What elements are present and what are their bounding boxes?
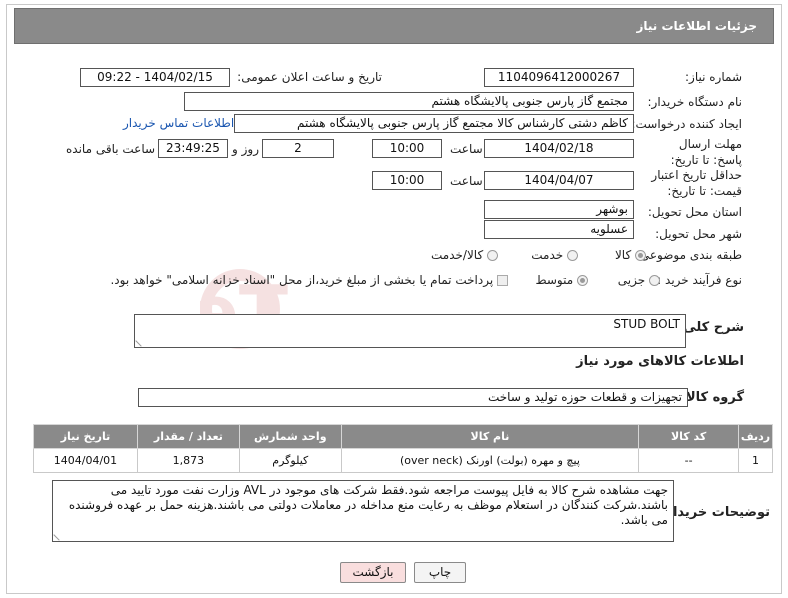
- col-header-name: نام کالا: [340, 424, 640, 449]
- radio-selected-icon[interactable]: [577, 275, 588, 286]
- goods-group-label: گروه کالا:: [680, 390, 744, 405]
- table-row: 1 -- پیچ و مهره (بولت) اورنک (over neck)…: [33, 448, 773, 473]
- price-validity-time-label: ساعت: [450, 174, 483, 188]
- announce-label: تاریخ و ساعت اعلان عمومی:: [237, 70, 382, 84]
- description-field[interactable]: STUD BOLT: [134, 314, 686, 348]
- city-field[interactable]: عسلویه: [484, 220, 634, 239]
- treasury-payment-note: پرداخت تمام یا بخشی از مبلغ خرید،از محل …: [110, 273, 494, 287]
- deadline-label: مهلت ارسال پاسخ: تا تاریخ:: [670, 137, 742, 167]
- resize-grip-icon[interactable]: [135, 335, 147, 347]
- category-label: طبقه بندی موضوعی:: [635, 248, 742, 262]
- process-option-minor-label: جزیی: [617, 273, 646, 287]
- province-field[interactable]: بوشهر: [484, 200, 634, 219]
- remaining-label: ساعت باقی مانده: [66, 142, 156, 156]
- city-label: شهر محل تحویل:: [655, 227, 742, 241]
- process-option-medium[interactable]: متوسط: [535, 273, 588, 287]
- col-header-qty: تعداد / مقدار: [136, 424, 240, 449]
- page-header: جزئیات اطلاعات نیاز: [14, 8, 774, 44]
- checkbox-icon[interactable]: [497, 275, 508, 286]
- radio-icon[interactable]: [487, 250, 498, 261]
- announce-field[interactable]: 1404/02/15 - 09:22: [80, 68, 230, 87]
- cell-date: 1404/04/01: [33, 448, 138, 473]
- radio-icon[interactable]: [567, 250, 578, 261]
- goods-table: ردیف کد کالا نام کالا واحد شمارش تعداد /…: [33, 424, 773, 473]
- buyer-notes-field[interactable]: جهت مشاهده شرح کالا به فایل پیوست مراجعه…: [52, 480, 674, 542]
- process-label: نوع فرآیند خرید :: [657, 273, 742, 287]
- cell-unit: کیلوگرم: [238, 448, 342, 473]
- back-button[interactable]: بازگشت: [340, 562, 406, 583]
- buyer-org-field[interactable]: مجتمع گاز پارس جنوبی پالایشگاه هشتم: [184, 92, 634, 111]
- col-header-unit: واحد شمارش: [238, 424, 342, 449]
- price-validity-label: حداقل تاریخ اعتبار قیمت: تا تاریخ:: [651, 168, 742, 198]
- price-validity-time-field[interactable]: 10:00: [372, 171, 442, 190]
- cell-name: پیچ و مهره (بولت) اورنک (over neck): [340, 448, 640, 473]
- print-button[interactable]: چاپ: [414, 562, 466, 583]
- remaining-time-field[interactable]: 23:49:25: [158, 139, 228, 158]
- buyer-notes-label: توضیحات خریدار:: [660, 505, 770, 520]
- need-number-field[interactable]: 1104096412000267: [484, 68, 634, 87]
- need-number-label: شماره نیاز:: [685, 70, 742, 84]
- buyer-notes-text: جهت مشاهده شرح کالا به فایل پیوست مراجعه…: [68, 483, 668, 527]
- cell-qty: 1,873: [136, 448, 240, 473]
- days-label: روز و: [232, 142, 259, 156]
- col-header-row: ردیف: [738, 424, 773, 449]
- requester-label: ایجاد کننده درخواست:: [631, 117, 742, 131]
- deadline-time-label: ساعت: [450, 142, 483, 156]
- goods-section-title: اطلاعات کالاهای مورد نیاز: [576, 354, 744, 369]
- category-option-both-label: کالا/خدمت: [430, 248, 484, 262]
- process-option-minor[interactable]: جزیی: [618, 273, 660, 287]
- category-option-service-label: خدمت: [531, 248, 564, 262]
- cell-code: --: [638, 448, 740, 473]
- description-text: STUD BOLT: [613, 317, 680, 331]
- buyer-contact-link[interactable]: اطلاعات تماس خریدار: [123, 116, 234, 130]
- col-header-date: تاریخ نیاز: [33, 424, 138, 449]
- days-field[interactable]: 2: [262, 139, 334, 158]
- resize-grip-icon[interactable]: [53, 529, 65, 541]
- price-validity-date-field[interactable]: 1404/04/07: [484, 171, 634, 190]
- page-title: جزئیات اطلاعات نیاز: [636, 19, 757, 33]
- goods-table-header: ردیف کد کالا نام کالا واحد شمارش تعداد /…: [33, 424, 773, 449]
- category-option-goods-label: کالا: [614, 248, 632, 262]
- process-option-medium-label: متوسط: [535, 273, 574, 287]
- col-header-code: کد کالا: [638, 424, 740, 449]
- province-label: استان محل تحویل:: [647, 205, 742, 219]
- deadline-time-field[interactable]: 10:00: [372, 139, 442, 158]
- cell-row: 1: [738, 448, 773, 473]
- category-option-goods[interactable]: کالا: [615, 248, 646, 262]
- deadline-date-field[interactable]: 1404/02/18: [484, 139, 634, 158]
- radio-selected-icon[interactable]: [635, 250, 646, 261]
- treasury-payment-option[interactable]: پرداخت تمام یا بخشی از مبلغ خرید،از محل …: [110, 273, 508, 287]
- category-option-both[interactable]: کالا/خدمت: [431, 248, 498, 262]
- buyer-org-label: نام دستگاه خریدار:: [647, 95, 743, 109]
- requester-field[interactable]: کاظم دشتی کارشناس کالا مجتمع گاز پارس جن…: [234, 114, 634, 133]
- goods-group-field[interactable]: تجهیزات و قطعات حوزه تولید و ساخت: [138, 388, 688, 407]
- category-option-service[interactable]: خدمت: [531, 248, 578, 262]
- radio-icon[interactable]: [649, 275, 660, 286]
